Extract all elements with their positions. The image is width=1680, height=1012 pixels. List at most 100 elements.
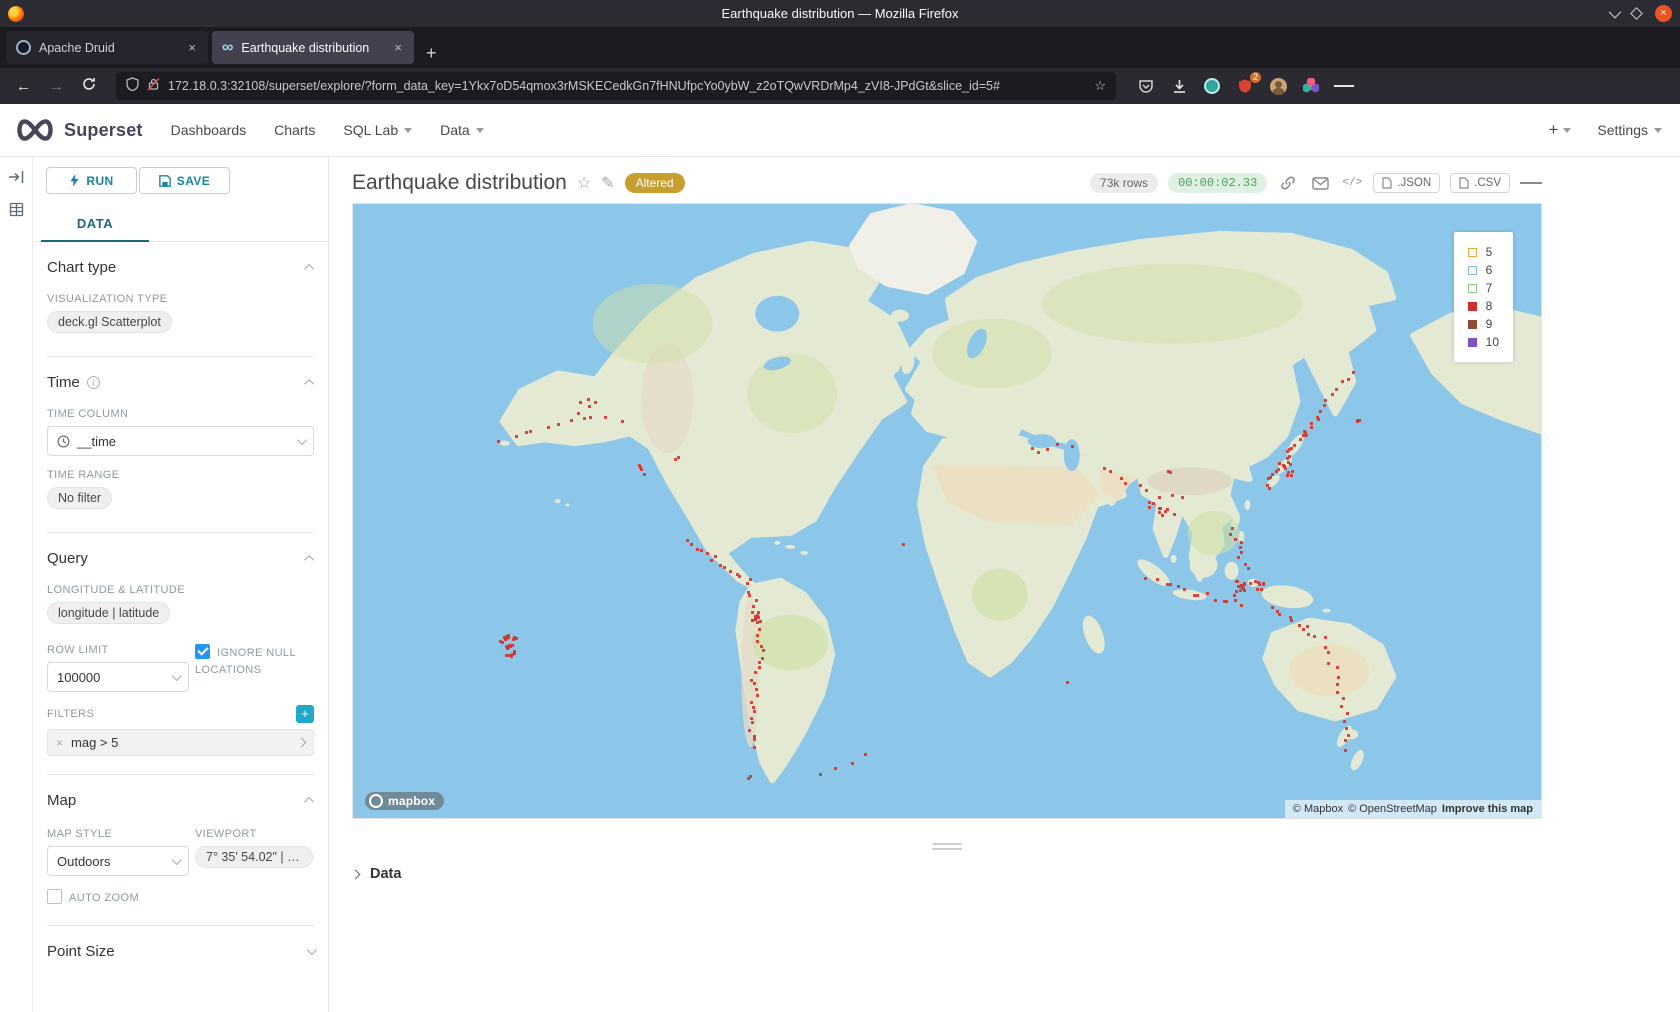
viz-type-value[interactable]: deck.gl Scatterplot (47, 311, 172, 333)
ignore-null-locations-control[interactable]: IGNORE NULL LOCATIONS (195, 644, 314, 679)
earthquake-point[interactable] (1249, 582, 1252, 585)
improve-map-link[interactable]: Improve this map (1442, 803, 1533, 815)
insecure-lock-icon[interactable] (147, 77, 160, 96)
earthquake-point[interactable] (1139, 484, 1142, 487)
earthquake-point[interactable] (547, 426, 550, 429)
earthquake-point[interactable] (587, 398, 590, 401)
earthquake-point[interactable] (1347, 734, 1350, 737)
earthquake-point[interactable] (819, 773, 822, 776)
earthquake-point[interactable] (1158, 507, 1161, 510)
earthquake-point[interactable] (1158, 511, 1161, 514)
edit-title-icon[interactable]: ✎ (601, 173, 614, 193)
attribution-mapbox[interactable]: © Mapbox (1293, 803, 1343, 815)
viewport-value[interactable]: 7° 35' 54.02" | 31... (195, 846, 313, 868)
earthquake-point[interactable] (1109, 470, 1112, 473)
earthquake-point[interactable] (621, 420, 624, 423)
earthquake-point[interactable] (589, 416, 592, 419)
earthquake-point[interactable] (1225, 600, 1228, 603)
earthquake-point[interactable] (1298, 624, 1301, 627)
earthquake-point[interactable] (1152, 502, 1155, 505)
filter-chip[interactable]: × mag > 5 (47, 729, 314, 756)
earthquake-point[interactable] (864, 753, 867, 756)
earthquake-point[interactable] (1171, 494, 1174, 497)
earthquake-point[interactable] (1166, 508, 1169, 511)
legend-item[interactable]: 6 (1468, 263, 1499, 277)
earthquake-point[interactable] (1066, 681, 1069, 684)
earthquake-point[interactable] (696, 548, 699, 551)
close-window-icon[interactable]: × (1655, 5, 1672, 22)
url-text[interactable]: 172.18.0.3:32108/superset/explore/?form_… (168, 79, 1086, 93)
export-csv-button[interactable]: .CSV (1450, 173, 1510, 193)
earthquake-point[interactable] (1344, 749, 1347, 752)
share-link-icon[interactable] (1277, 172, 1299, 194)
earthquake-point[interactable] (750, 701, 753, 704)
earthquake-point[interactable] (1214, 599, 1217, 602)
earthquake-point[interactable] (1299, 438, 1302, 441)
minimize-icon[interactable] (1609, 6, 1622, 19)
earthquake-point[interactable] (753, 738, 756, 741)
earthquake-point[interactable] (756, 640, 759, 643)
earthquake-point[interactable] (755, 688, 758, 691)
earthquake-point[interactable] (1327, 662, 1330, 665)
earthquake-point[interactable] (748, 729, 751, 732)
earthquake-point[interactable] (579, 401, 582, 404)
earthquake-point[interactable] (1307, 633, 1310, 636)
earthquake-point[interactable] (1306, 625, 1309, 628)
run-button[interactable]: RUN (46, 167, 137, 194)
earthquake-point[interactable] (723, 566, 726, 569)
browser-menu-icon[interactable] (1334, 76, 1354, 96)
earthquake-point[interactable] (1247, 567, 1250, 570)
earthquake-point[interactable] (902, 543, 905, 546)
earthquake-point[interactable] (1341, 380, 1344, 383)
earthquake-point[interactable] (1336, 666, 1339, 669)
legend-item[interactable]: 8 (1468, 299, 1499, 313)
earthquake-point[interactable] (1240, 551, 1243, 554)
earthquake-point[interactable] (1124, 482, 1127, 485)
section-map-header[interactable]: Map (47, 775, 314, 813)
earthquake-point[interactable] (1305, 434, 1308, 437)
earthquake-point[interactable] (1103, 467, 1106, 470)
earthquake-point[interactable] (1291, 470, 1294, 473)
earthquake-point[interactable] (1289, 463, 1292, 466)
earthquake-point[interactable] (1148, 501, 1151, 504)
tab-data[interactable]: DATA (41, 207, 149, 242)
earthquake-point[interactable] (1183, 588, 1186, 591)
mapbox-logo[interactable]: mapbox (365, 792, 444, 810)
earthquake-point[interactable] (1233, 594, 1236, 597)
new-menu-button[interactable]: + (1548, 120, 1571, 140)
earthquake-point[interactable] (1344, 739, 1347, 742)
settings-menu-button[interactable]: Settings (1597, 122, 1662, 138)
earthquake-point[interactable] (756, 634, 759, 637)
earthquake-point[interactable] (1278, 613, 1281, 616)
earthquake-point[interactable] (1278, 462, 1281, 465)
attribution-osm[interactable]: © OpenStreetMap (1348, 803, 1437, 815)
section-chart-type-header[interactable]: Chart type (47, 242, 314, 280)
downloads-icon[interactable] (1169, 76, 1189, 96)
earthquake-point[interactable] (1193, 594, 1196, 597)
earthquake-point[interactable] (1234, 538, 1237, 541)
earthquake-point[interactable] (1303, 430, 1306, 433)
maximize-icon[interactable] (1630, 7, 1643, 20)
earthquake-point[interactable] (750, 717, 753, 720)
earthquake-point[interactable] (643, 473, 646, 476)
earthquake-point[interactable] (1286, 474, 1289, 477)
earthquake-point[interactable] (1234, 599, 1237, 602)
earthquake-point[interactable] (1243, 582, 1246, 585)
url-bar[interactable]: 172.18.0.3:32108/superset/explore/?form_… (116, 72, 1116, 100)
earthquake-point[interactable] (583, 417, 586, 420)
earthquake-point[interactable] (834, 767, 837, 770)
earthquake-point[interactable] (754, 618, 757, 621)
earthquake-point[interactable] (752, 706, 755, 709)
earthquake-point[interactable] (1145, 489, 1148, 492)
earthquake-point[interactable] (588, 405, 591, 408)
legend-item[interactable]: 9 (1468, 317, 1499, 331)
extension-pinwheel-icon[interactable] (1301, 76, 1321, 96)
earthquake-point[interactable] (758, 666, 761, 669)
reload-icon[interactable] (76, 75, 102, 97)
earthquake-point[interactable] (1056, 443, 1059, 446)
export-json-button[interactable]: .JSON (1373, 173, 1440, 193)
earthquake-point[interactable] (1239, 546, 1242, 549)
earthquake-point[interactable] (753, 746, 756, 749)
earthquake-point[interactable] (1335, 388, 1338, 391)
earthquake-point[interactable] (1158, 496, 1161, 499)
